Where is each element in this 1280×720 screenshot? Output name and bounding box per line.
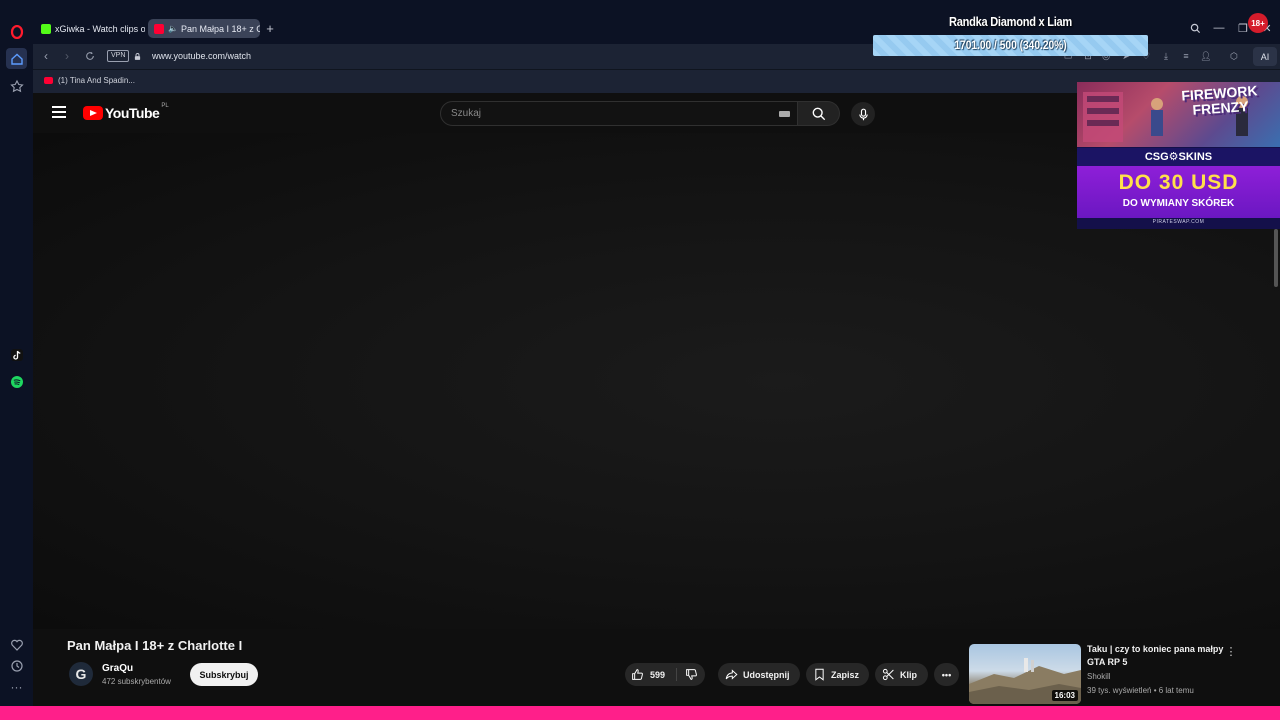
stream-goal-overlay: Randka Diamond x Liam 1701.00 / 500 (340… [873, 14, 1148, 56]
ad-banner[interactable]: FIREWORK FRENZY CSG⚙SKINS DO 30 USD DO W… [1077, 82, 1280, 229]
keyboard-icon[interactable] [779, 111, 790, 117]
recommended-channel[interactable]: Shokill [1087, 672, 1111, 681]
more-actions-button[interactable]: ••• [934, 663, 959, 686]
video-duration: 16:03 [1051, 690, 1078, 701]
thumbs-down-icon [685, 669, 697, 680]
goal-progress-text: 1701.00 / 500 (340.20%) [954, 38, 1067, 52]
country-code: PL [161, 103, 169, 109]
youtube-play-icon [83, 106, 103, 120]
recommended-thumbnail[interactable]: 16:03 [969, 644, 1081, 704]
new-tab-button[interactable]: + [262, 20, 278, 36]
tab-title: xGiwka - Watch clips on K [55, 23, 145, 34]
clip-label: Klip [900, 669, 917, 680]
search-icon [812, 107, 825, 120]
scissors-icon [882, 668, 894, 681]
tab-title: Pan Małpa I 18+ z Ch [180, 23, 260, 34]
url-text[interactable]: www.youtube.com/watch [152, 51, 251, 61]
ad-brand: CSG⚙SKINS [1077, 148, 1280, 166]
subscriber-count: 472 subskrybentów [102, 677, 171, 686]
dislike-button[interactable] [679, 663, 703, 686]
ad-site: PIRATESWAP.COM [1152, 219, 1205, 225]
channel-name[interactable]: GraQu [102, 663, 133, 674]
like-dislike-group: 599 [625, 663, 705, 686]
ad-subline: DO WYMIANY SKÓREK [1122, 198, 1235, 209]
minimize-icon[interactable]: — [1210, 20, 1228, 36]
ai-label: AI [1260, 51, 1270, 62]
youtube-logo[interactable]: YouTube PL [83, 103, 169, 121]
home-icon[interactable] [6, 48, 27, 69]
alert-badge: 18+ [1248, 13, 1268, 33]
share-icon [725, 669, 738, 680]
channel-avatar[interactable]: G [69, 662, 93, 686]
divider [676, 668, 677, 681]
ad-promo: DO 30 USD DO WYMIANY SKÓREK [1077, 166, 1280, 218]
microphone-icon [858, 108, 868, 120]
bookmark-item[interactable]: (1) Tina And Spadin... [44, 76, 135, 85]
like-count: 599 [650, 669, 666, 680]
goal-progress-bar: 1701.00 / 500 (340.20%) [873, 35, 1148, 56]
kick-favicon-icon [41, 23, 51, 34]
goal-title: Randka Diamond x Liam [949, 14, 1072, 29]
spotify-icon[interactable] [6, 371, 27, 392]
download-icon[interactable]: ⤓ [1159, 49, 1173, 63]
bookmark-icon [815, 668, 824, 681]
heart-icon[interactable] [6, 634, 27, 655]
tab-kick[interactable]: xGiwka - Watch clips on K [35, 19, 145, 38]
search-button[interactable] [798, 101, 840, 126]
youtube-wordmark: YouTube [105, 105, 160, 121]
speaker-icon[interactable]: 🔈 [168, 24, 178, 33]
scrollbar-thumb[interactable] [1274, 229, 1278, 287]
youtube-favicon-icon [44, 77, 53, 84]
forward-icon[interactable]: › [59, 48, 75, 64]
tiktok-icon[interactable] [6, 344, 27, 365]
opera-sidebar: ··· [0, 0, 33, 706]
tab-youtube-active[interactable]: 🔈 Pan Małpa I 18+ z Ch [148, 19, 260, 38]
search-input[interactable] [451, 102, 771, 125]
opera-logo-icon[interactable] [6, 21, 27, 42]
clip-button[interactable]: Klip [875, 663, 928, 686]
more-options-icon[interactable]: ··· [6, 676, 27, 697]
ad-artwork: FIREWORK FRENZY [1077, 82, 1280, 147]
share-button[interactable]: Udostępnij [718, 663, 800, 686]
bottom-accent-stripe [0, 706, 1280, 720]
easy-setup-icon[interactable]: ≡ [1179, 49, 1193, 63]
search-box [440, 101, 798, 126]
thumbs-up-icon [632, 669, 643, 680]
back-icon[interactable]: ‹ [38, 48, 54, 64]
recommended-title[interactable]: Taku | czy to koniec pana małpy GTA RP 5 [1087, 643, 1227, 669]
extensions-icon[interactable]: ⬡ [1227, 49, 1241, 63]
vpn-badge[interactable]: VPN [107, 50, 130, 62]
like-button[interactable]: 599 [625, 663, 675, 686]
share-label: Udostępnij [743, 669, 790, 680]
ai-button[interactable]: AI [1253, 47, 1277, 66]
profile-icon[interactable]: 👤︎ [1199, 49, 1213, 63]
pinboard-icon[interactable] [6, 75, 27, 96]
save-button[interactable]: Zapisz [806, 663, 869, 686]
subscribe-button[interactable]: Subskrybuj [190, 663, 258, 686]
reload-icon[interactable] [82, 48, 98, 64]
history-icon[interactable] [6, 655, 27, 676]
youtube-favicon-icon [154, 23, 164, 34]
menu-icon[interactable] [52, 106, 66, 120]
more-horizontal-icon: ••• [941, 669, 952, 680]
bookmark-label: (1) Tina And Spadin... [58, 76, 135, 85]
recommended-meta: 39 tys. wyświetleń • 6 lat temu [1087, 686, 1194, 695]
search-tabs-icon[interactable] [1186, 20, 1204, 36]
more-vertical-icon[interactable]: ⋮ [1226, 644, 1237, 658]
lock-icon[interactable] [129, 48, 145, 64]
video-title: Pan Małpa I 18+ z Charlotte I [67, 638, 243, 653]
ad-amount: DO 30 USD [1118, 171, 1239, 194]
voice-search-button[interactable] [851, 102, 875, 126]
save-label: Zapisz [831, 669, 860, 680]
